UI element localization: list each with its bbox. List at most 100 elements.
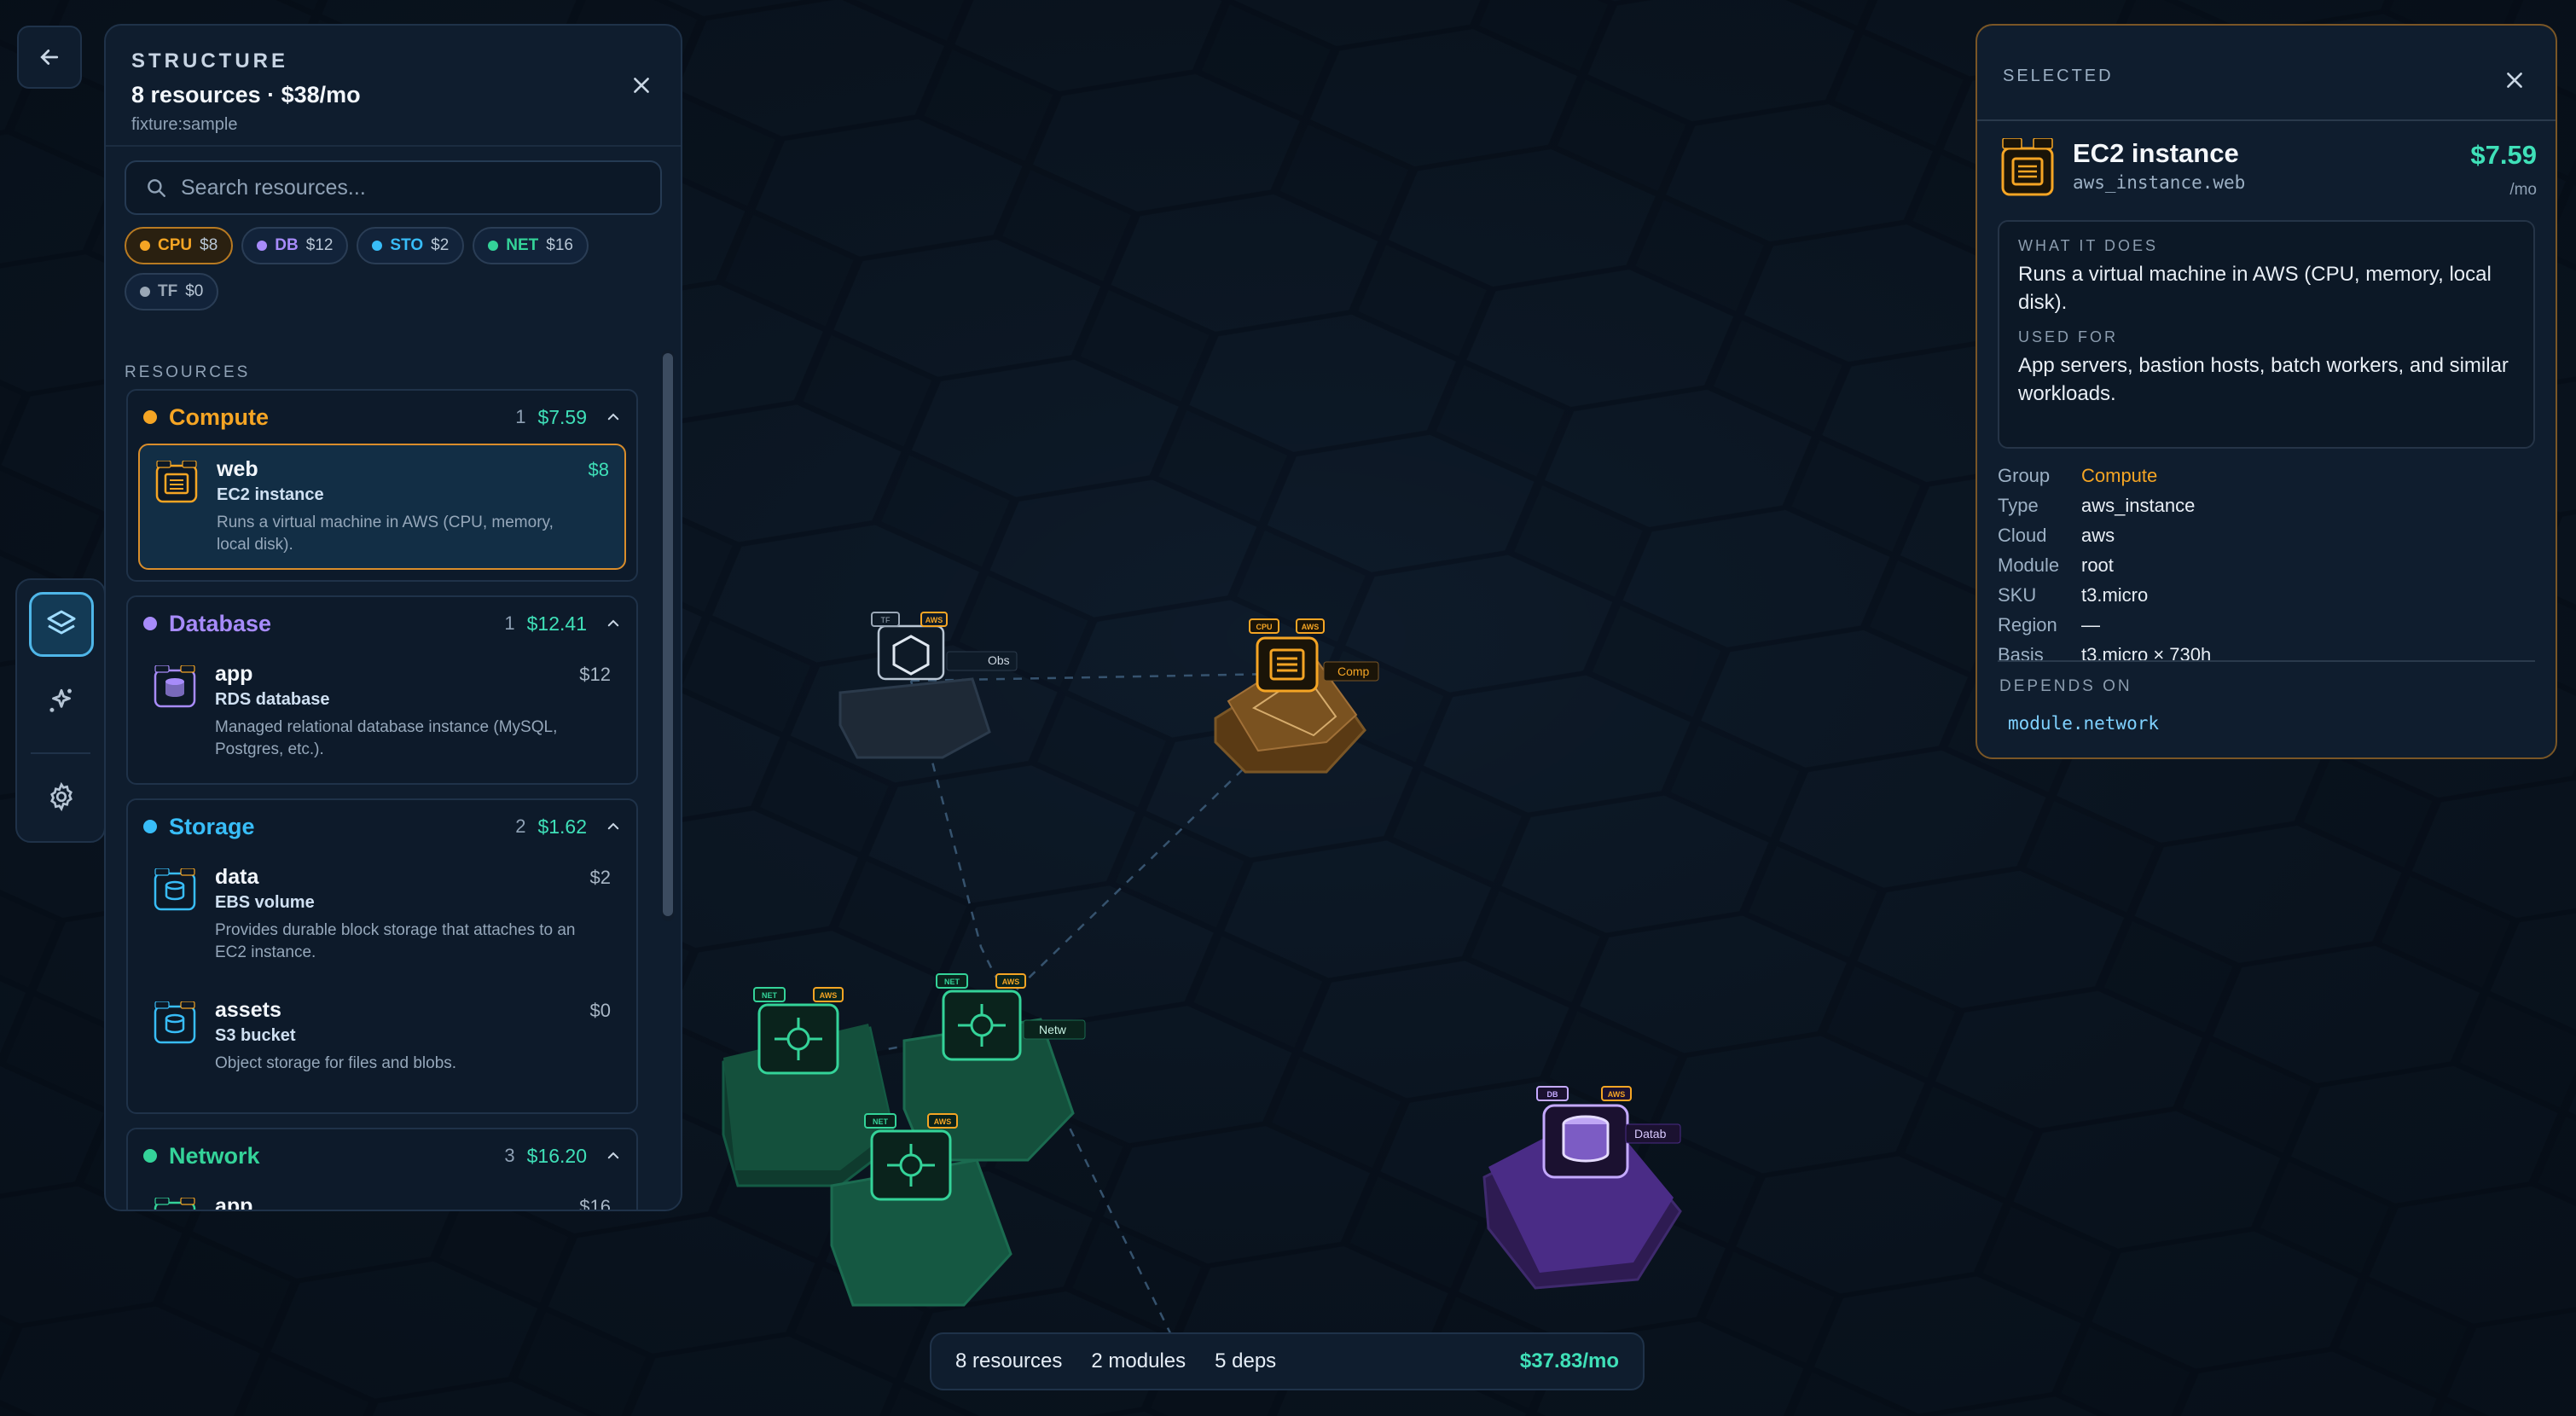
svg-text:DB: DB xyxy=(1547,1090,1558,1099)
svg-text:NET: NET xyxy=(944,978,960,986)
group-header[interactable]: Compute 1 $7.59 xyxy=(128,391,636,444)
group-header[interactable]: Database 1 $12.41 xyxy=(128,597,636,650)
group-storage: Storage 2 $1.62 data EBS volume Provides dura… xyxy=(126,798,638,1114)
search-box[interactable] xyxy=(125,160,662,215)
cpu-icon xyxy=(2001,138,2054,196)
summary-bar: 8 resources 2 modules 5 deps $37.83/mo xyxy=(930,1332,1645,1390)
resource-list[interactable]: Compute 1 $7.59 web EC2 instance Runs a virtu… xyxy=(125,389,664,1210)
resource-item[interactable]: app RDS database Managed relational databa… xyxy=(138,650,626,773)
group-count: 2 xyxy=(515,815,526,837)
group-cost: $16.20 xyxy=(526,1144,587,1167)
chevron-up-icon xyxy=(607,822,619,830)
item-type: EC2 instance xyxy=(217,485,324,504)
resource-item[interactable]: web EC2 instance Runs a virtual machine in… xyxy=(138,444,626,570)
panel-kicker: STRUCTURE xyxy=(131,49,288,73)
sparkles-tool-button[interactable] xyxy=(29,669,94,734)
item-description: Managed relational database instance (My… xyxy=(215,718,558,758)
chip-label: TF xyxy=(158,282,178,300)
property-row: Basis t3.micro × 730h xyxy=(1998,640,2211,670)
property-value: aws xyxy=(2081,524,2115,546)
filter-chip-sto[interactable]: STO $2 xyxy=(357,227,465,264)
properties-list: Group Compute Type aws_instance Cloud aws Modu… xyxy=(1998,461,2211,670)
item-cost: $2 xyxy=(589,867,611,888)
group-dot xyxy=(143,820,157,833)
filter-chip-net[interactable]: NET $16 xyxy=(473,227,589,264)
svg-text:NET: NET xyxy=(762,991,778,1000)
selected-cost: $7.59 xyxy=(2470,140,2537,170)
item-name: app xyxy=(215,662,253,686)
panel-kicker: SELECTED xyxy=(2003,67,2114,85)
category-chips: CPU $8 DB $12 STO $2 NET $16 TF $0 xyxy=(125,227,670,310)
group-name: Database xyxy=(169,610,272,636)
property-key: Module xyxy=(1998,554,2060,576)
chip-dot xyxy=(372,241,383,251)
property-value: t3.micro xyxy=(2081,583,2149,606)
svg-text:AWS: AWS xyxy=(820,991,838,1000)
property-key: Group xyxy=(1998,464,2051,486)
depends-on-label: DEPENDS ON xyxy=(1999,677,2132,695)
chip-dot xyxy=(140,241,150,251)
close-structure-button[interactable] xyxy=(624,68,659,102)
settings-tool-button[interactable] xyxy=(29,764,94,829)
group-compute: Compute 1 $7.59 web EC2 instance Runs a virtu… xyxy=(126,389,638,582)
layers-tool-button[interactable] xyxy=(29,592,94,657)
chip-dot xyxy=(140,287,150,297)
left-toolbar xyxy=(15,578,106,843)
item-description: Runs a virtual machine in AWS (CPU, memo… xyxy=(217,514,554,554)
property-value: aws_instance xyxy=(2081,494,2196,516)
db-icon xyxy=(154,665,196,708)
svg-text:Datab: Datab xyxy=(1634,1127,1667,1140)
used-for-label: USED FOR xyxy=(2018,328,2119,345)
close-icon xyxy=(2507,73,2522,88)
svg-text:CPU: CPU xyxy=(1256,623,1272,631)
filter-chip-cpu[interactable]: CPU $8 xyxy=(125,227,234,264)
group-network: Network 3 $16.20 appLoad balancerDistribute… xyxy=(126,1128,638,1210)
group-database: Database 1 $12.41 app RDS database Managed re… xyxy=(126,595,638,785)
group-count: 1 xyxy=(504,612,515,634)
scrollbar-thumb[interactable] xyxy=(663,353,673,916)
item-description: Object storage for files and blobs. xyxy=(215,1054,457,1072)
property-row: Module root xyxy=(1998,550,2211,580)
resource-summary: 8 resources · $38/mo xyxy=(131,82,361,107)
item-cost: $0 xyxy=(589,1000,611,1021)
scrollbar[interactable] xyxy=(662,350,674,921)
resource-item[interactable]: appLoad balancerDistributes traffic acro… xyxy=(138,1182,626,1210)
filter-chip-db[interactable]: DB $12 xyxy=(241,227,349,264)
group-dot xyxy=(143,410,157,424)
source-label: fixture:sample xyxy=(131,115,238,134)
resource-item[interactable]: assets S3 bucket Object storage for files … xyxy=(138,986,626,1102)
group-header[interactable]: Network 3 $16.20 xyxy=(128,1129,636,1182)
svg-text:AWS: AWS xyxy=(1608,1090,1626,1099)
group-header[interactable]: Storage 2 $1.62 xyxy=(128,800,636,853)
cost-period: /mo xyxy=(2509,181,2537,199)
svg-text:Comp: Comp xyxy=(1337,664,1370,678)
group-name: Compute xyxy=(169,403,269,430)
layers-icon xyxy=(47,610,76,635)
chip-amount: $16 xyxy=(546,236,573,254)
property-row: Type aws_instance xyxy=(1998,490,2211,520)
resources-heading: RESOURCES xyxy=(125,363,251,381)
svg-text:Netw: Netw xyxy=(1039,1023,1067,1036)
item-name: data xyxy=(215,865,259,889)
arrow-left-icon xyxy=(40,49,59,65)
description-box: WHAT IT DOES Runs a virtual machine in A… xyxy=(1998,220,2535,449)
resource-count: 8 resources xyxy=(955,1349,1063,1372)
filter-chip-tf[interactable]: TF $0 xyxy=(125,273,219,310)
close-selected-button[interactable] xyxy=(2498,63,2532,97)
property-key: SKU xyxy=(1998,583,2037,606)
back-button[interactable] xyxy=(17,26,82,89)
structure-panel: STRUCTURE 8 resources · $38/mo fixture:s… xyxy=(104,24,682,1211)
property-row: Cloud aws xyxy=(1998,520,2211,550)
resource-item[interactable]: data EBS volume Provides durable block sto… xyxy=(138,853,626,976)
item-name: web xyxy=(217,457,258,481)
property-value: — xyxy=(2081,613,2100,635)
item-type: EBS volume xyxy=(215,893,315,912)
dependency-link[interactable]: module.network xyxy=(2008,713,2159,734)
search-input[interactable] xyxy=(181,175,641,200)
property-key: Region xyxy=(1998,613,2057,635)
chip-amount: $0 xyxy=(185,282,204,300)
chip-label: DB xyxy=(275,236,299,254)
selected-panel: SELECTED EC2 instance aws_instance.web $… xyxy=(1976,24,2557,759)
svg-text:AWS: AWS xyxy=(1302,623,1320,631)
close-icon xyxy=(634,78,649,93)
